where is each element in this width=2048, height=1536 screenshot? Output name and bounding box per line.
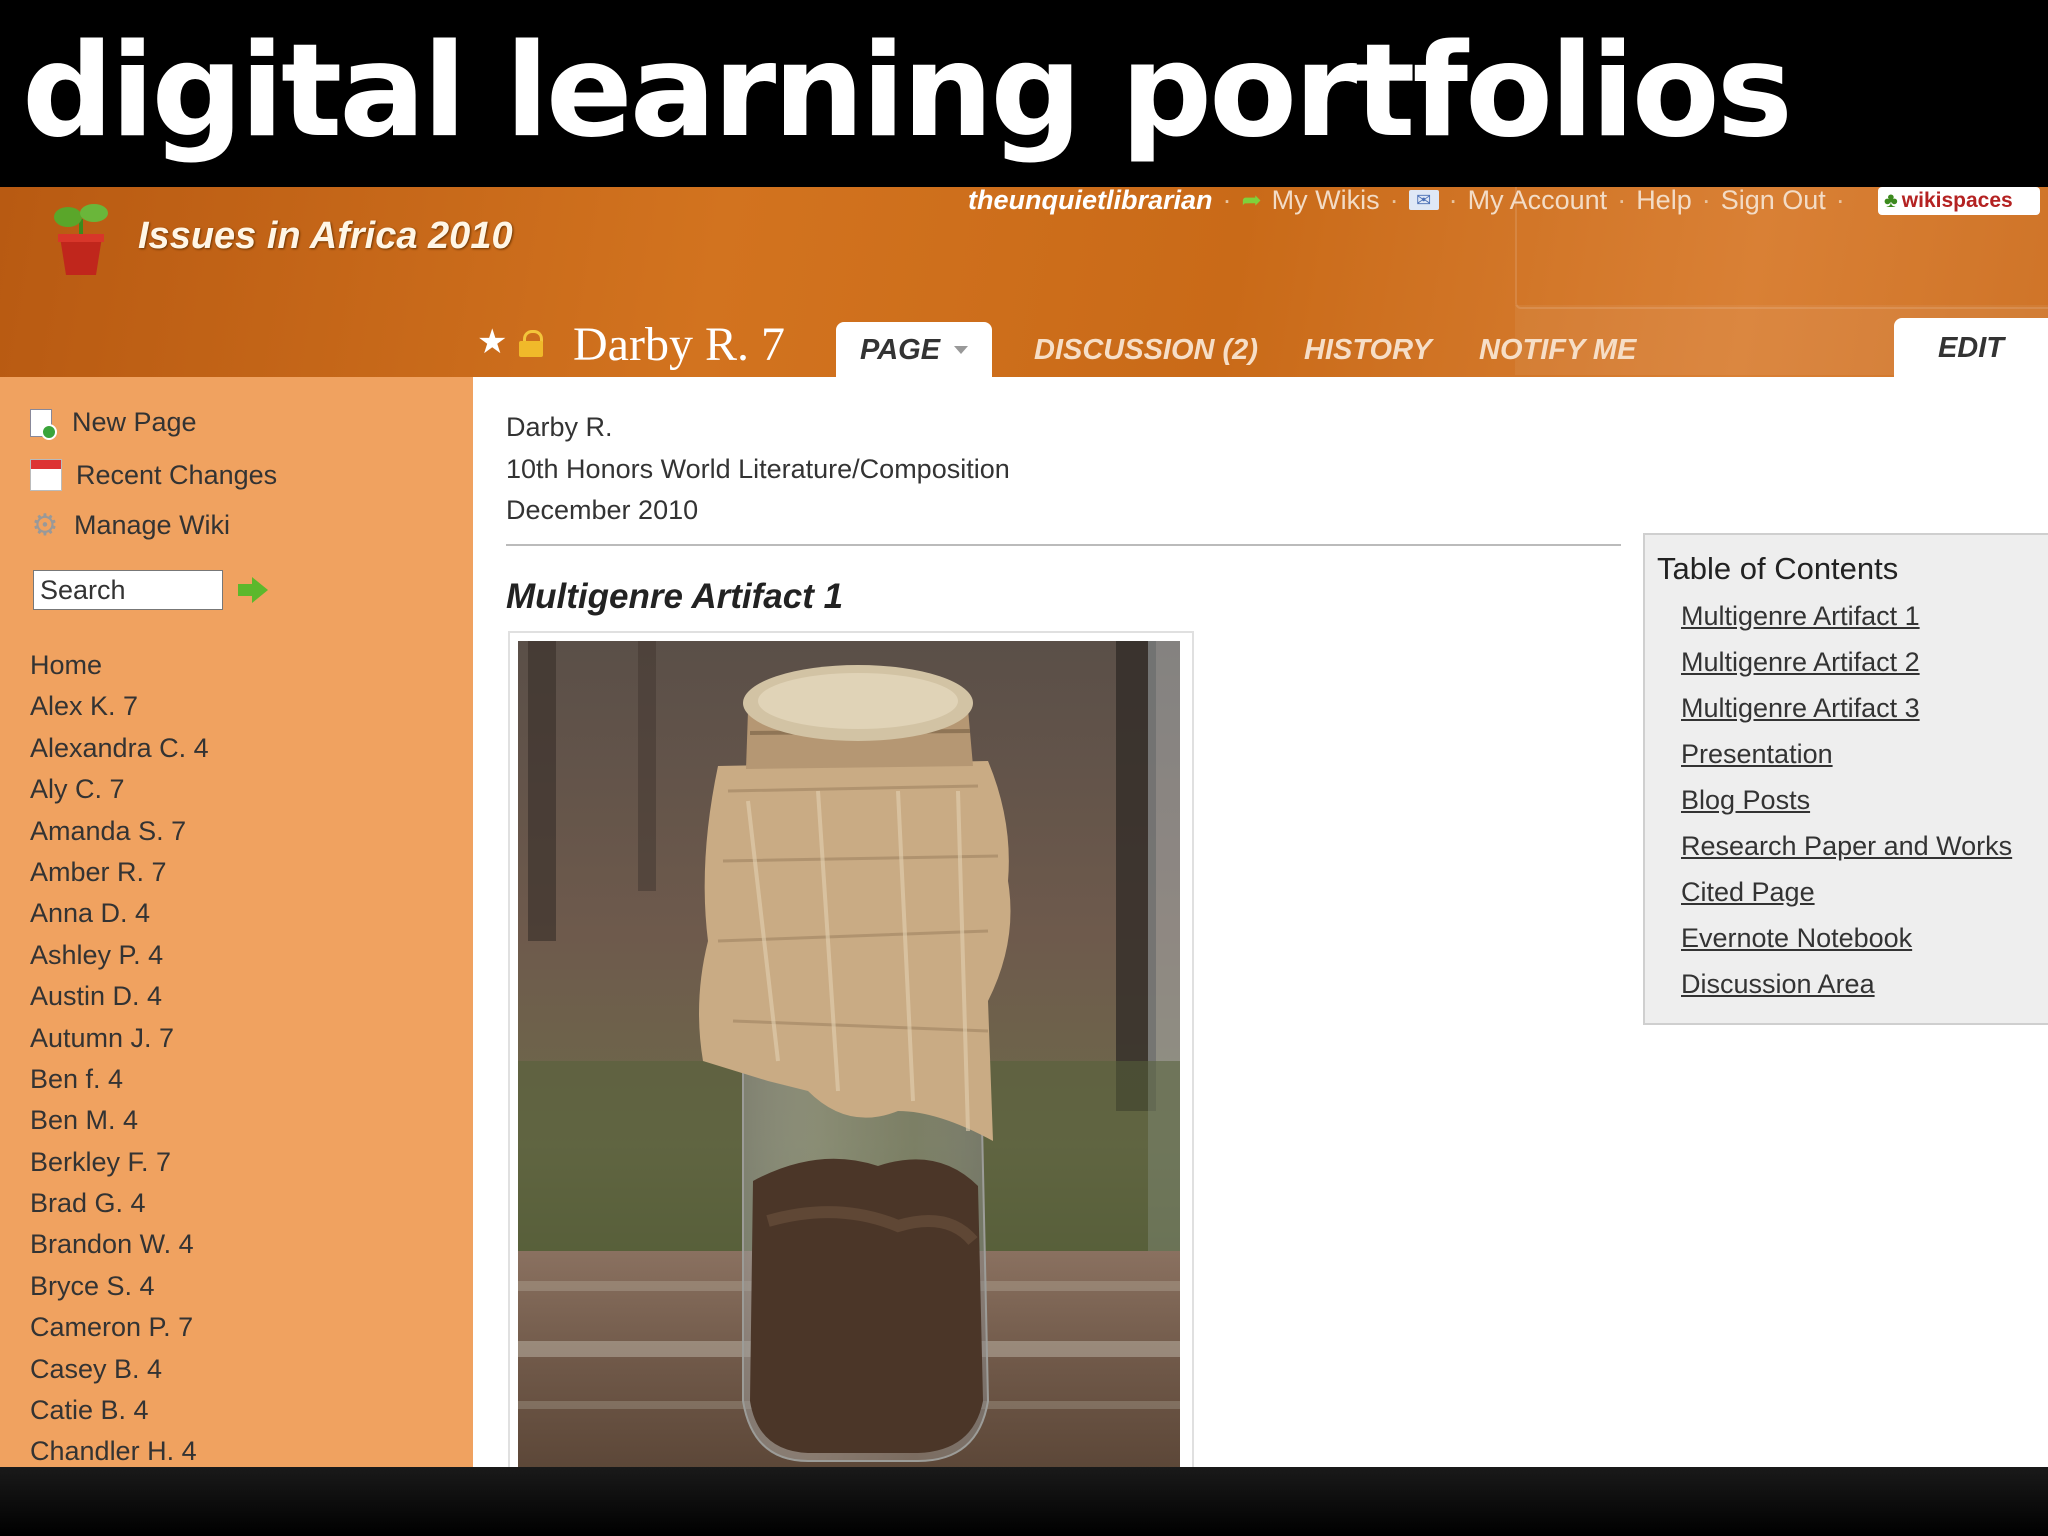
tab-notify-me[interactable]: NOTIFY ME: [1479, 322, 1636, 378]
wikispaces-button[interactable]: ♣ wikispaces: [1878, 187, 2040, 215]
author-name: Darby R.: [506, 412, 613, 442]
my-wikis-link[interactable]: My Wikis: [1272, 187, 1380, 216]
tab-discussion[interactable]: DISCUSSION (2): [1034, 322, 1258, 378]
sidebar-item[interactable]: Catie B. 4: [30, 1390, 209, 1431]
sidebar-item[interactable]: Brad G. 4: [30, 1183, 209, 1224]
wikispaces-label: wikispaces: [1901, 189, 2013, 212]
page-date: December 2010: [506, 495, 699, 525]
new-page-label: New Page: [72, 407, 197, 437]
page-meta: Darby R. 10th Honors World Literature/Co…: [506, 407, 1010, 532]
artifact-heading: Multigenre Artifact 1: [506, 577, 844, 616]
sidebar-item[interactable]: Alex K. 7: [30, 686, 209, 727]
toc-link[interactable]: Multigenre Artifact 1: [1681, 593, 2012, 639]
plant-logo-icon[interactable]: [48, 201, 114, 277]
page-title: Darby R. 7: [573, 318, 785, 371]
top-navigation: theunquietlibrarian · ➦ My Wikis · ✉ · M…: [968, 187, 1845, 216]
sidebar-item[interactable]: Ben M. 4: [30, 1100, 209, 1141]
search-go-arrow-icon[interactable]: [236, 575, 270, 605]
mail-icon[interactable]: ✉: [1408, 190, 1439, 210]
manage-wiki-action[interactable]: ⚙ Manage Wiki: [30, 508, 231, 542]
sidebar: New Page Recent Changes ⚙ Manage Wiki Se…: [0, 377, 473, 1467]
new-page-action[interactable]: New Page: [30, 407, 197, 440]
manage-wiki-label: Manage Wiki: [74, 510, 231, 540]
recent-changes-action[interactable]: Recent Changes: [30, 459, 277, 491]
sidebar-item[interactable]: Anna D. 4: [30, 893, 209, 934]
toc-list: Multigenre Artifact 1 Multigenre Artifac…: [1681, 593, 2012, 1007]
search-input[interactable]: Search: [33, 570, 223, 610]
new-page-icon: [30, 408, 57, 440]
jar-photo-illustration: [518, 641, 1180, 1467]
table-of-contents: Table of Contents Multigenre Artifact 1 …: [1643, 533, 2048, 1025]
toc-link[interactable]: Discussion Area: [1681, 961, 2012, 1007]
sidebar-item[interactable]: Cameron P. 7: [30, 1307, 209, 1348]
my-account-link[interactable]: My Account: [1468, 187, 1608, 216]
tab-history[interactable]: HISTORY: [1304, 322, 1432, 378]
toc-link[interactable]: Multigenre Artifact 2: [1681, 639, 2012, 685]
slide-title: digital learning portfolios: [22, 17, 1793, 166]
wiki-name[interactable]: Issues in Africa 2010: [138, 215, 513, 258]
toc-link[interactable]: Presentation: [1681, 731, 2012, 777]
recent-changes-label: Recent Changes: [76, 459, 278, 490]
gear-icon: ⚙: [31, 508, 59, 542]
wiki-header: Issues in Africa 2010 theunquietlibraria…: [0, 187, 2048, 378]
sidebar-item[interactable]: Amanda S. 7: [30, 811, 209, 852]
toc-link[interactable]: Multigenre Artifact 3: [1681, 685, 2012, 731]
sidebar-item[interactable]: Alexandra C. 4: [30, 728, 209, 769]
sidebar-item[interactable]: Chandler H. 4: [30, 1431, 209, 1467]
sidebar-item[interactable]: Bryce S. 4: [30, 1266, 209, 1307]
edit-button[interactable]: EDIT: [1894, 318, 2048, 378]
sidebar-item[interactable]: Ben f. 4: [30, 1059, 209, 1100]
tab-page-label: PAGE: [860, 333, 941, 366]
toc-link[interactable]: Blog Posts: [1681, 777, 2012, 823]
toc-link[interactable]: Evernote Notebook: [1681, 915, 2012, 961]
sidebar-item[interactable]: Austin D. 4: [30, 976, 209, 1017]
leaf-icon: ➦: [1241, 187, 1262, 214]
sidebar-item[interactable]: Berkley F. 7: [30, 1142, 209, 1183]
lock-icon: [518, 330, 544, 357]
plant-small-icon: ♣: [1884, 189, 1898, 212]
chevron-down-icon[interactable]: [954, 346, 969, 354]
help-link[interactable]: Help: [1636, 187, 1692, 216]
sidebar-nav-list: Home Alex K. 7 Alexandra C. 4 Aly C. 7 A…: [30, 645, 209, 1467]
wiki-screenshot: Issues in Africa 2010 theunquietlibraria…: [0, 187, 2048, 1467]
artifact-photo[interactable]: [518, 641, 1180, 1467]
star-icon[interactable]: ★: [477, 322, 507, 362]
sidebar-item[interactable]: Ashley P. 4: [30, 935, 209, 976]
sidebar-item-home[interactable]: Home: [30, 645, 209, 686]
sidebar-item[interactable]: Brandon W. 4: [30, 1224, 209, 1265]
sidebar-item[interactable]: Aly C. 7: [30, 769, 209, 810]
slide-bottom-band: [0, 1467, 2048, 1536]
toc-link[interactable]: Cited Page: [1681, 869, 2012, 915]
sidebar-item[interactable]: Autumn J. 7: [30, 1018, 209, 1059]
tab-page[interactable]: PAGE: [836, 322, 993, 378]
divider: [506, 544, 1621, 546]
slide-title-band: digital learning portfolios: [0, 0, 2048, 187]
toc-title: Table of Contents: [1657, 551, 1899, 586]
course-name: 10th Honors World Literature/Composition: [506, 453, 1010, 484]
artifact-image-frame: [508, 631, 1194, 1467]
sidebar-item[interactable]: Casey B. 4: [30, 1349, 209, 1390]
page-content: Darby R. 10th Honors World Literature/Co…: [473, 377, 2048, 1467]
sign-out-link[interactable]: Sign Out: [1721, 187, 1826, 216]
sidebar-item[interactable]: Amber R. 7: [30, 852, 209, 893]
toc-link[interactable]: Research Paper and Works: [1681, 823, 2012, 869]
username-link[interactable]: theunquietlibrarian: [968, 187, 1213, 216]
calendar-icon: [30, 459, 62, 491]
